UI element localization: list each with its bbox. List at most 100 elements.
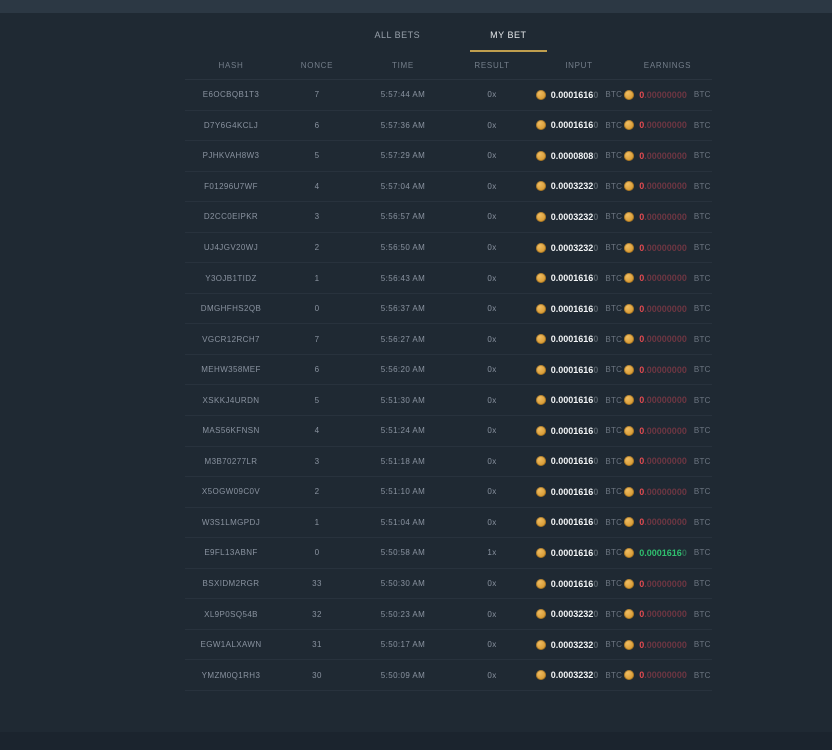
bet-input: 0.00016160 BTC — [535, 90, 623, 100]
bet-input: 0.00032320 BTC — [535, 181, 623, 191]
bet-input: 0.00016160 BTC — [535, 579, 623, 589]
bet-nonce: 4 — [277, 426, 357, 435]
bet-hash: F01296U7WF — [185, 182, 277, 191]
earnings-value: 0.00000000 — [639, 151, 687, 161]
bet-hash: W3S1LMGPDJ — [185, 518, 277, 527]
bet-input: 0.00016160 BTC — [535, 517, 623, 527]
bet-earnings: 0.00000000 BTC — [623, 365, 712, 375]
earnings-value: 0.00000000 — [639, 487, 687, 497]
earnings-value: 0.00000000 — [639, 670, 687, 680]
bet-result: 0x — [449, 640, 535, 649]
earnings-currency-label: BTC — [694, 671, 711, 680]
bet-nonce: 33 — [277, 579, 357, 588]
bet-input: 0.00032320 BTC — [535, 243, 623, 253]
bitcoin-coin-icon — [536, 151, 546, 161]
bitcoin-coin-icon — [536, 670, 546, 680]
bottom-bar — [0, 732, 832, 750]
input-currency-label: BTC — [605, 579, 622, 588]
table-row: W3S1LMGPDJ 1 5:51:04 AM 0x 0.00016160 BT… — [185, 508, 712, 539]
bet-input: 0.00016160 BTC — [535, 273, 623, 283]
bitcoin-coin-icon — [624, 304, 634, 314]
earnings-value: 0.00000000 — [639, 579, 687, 589]
input-value: 0.00016160 — [551, 579, 599, 589]
earnings-currency-label: BTC — [694, 426, 711, 435]
bet-nonce: 3 — [277, 457, 357, 466]
bet-earnings: 0.00000000 BTC — [623, 212, 712, 222]
bet-earnings: 0.00000000 BTC — [623, 334, 712, 344]
bet-earnings: 0.00000000 BTC — [623, 151, 712, 161]
bet-earnings: 0.00000000 BTC — [623, 579, 712, 589]
bitcoin-coin-icon — [536, 120, 546, 130]
bitcoin-coin-icon — [536, 365, 546, 375]
bet-result: 0x — [449, 182, 535, 191]
bet-input: 0.00016160 BTC — [535, 548, 623, 558]
bet-result: 0x — [449, 426, 535, 435]
column-header-result: RESULT — [449, 61, 535, 70]
bitcoin-coin-icon — [536, 426, 546, 436]
earnings-currency-label: BTC — [694, 610, 711, 619]
bet-input: 0.00008080 BTC — [535, 151, 623, 161]
input-currency-label: BTC — [605, 182, 622, 191]
earnings-currency-label: BTC — [694, 518, 711, 527]
bet-result: 0x — [449, 243, 535, 252]
input-value: 0.00016160 — [551, 548, 599, 558]
table-row: UJ4JGV20WJ 2 5:56:50 AM 0x 0.00032320 BT… — [185, 233, 712, 264]
bet-hash: MAS56KFNSN — [185, 426, 277, 435]
input-currency-label: BTC — [605, 274, 622, 283]
bet-result: 0x — [449, 396, 535, 405]
bitcoin-coin-icon — [536, 579, 546, 589]
bet-time: 5:51:18 AM — [357, 457, 449, 466]
tab-my-bet[interactable]: MY BET — [470, 29, 546, 52]
bet-time: 5:56:37 AM — [357, 304, 449, 313]
bet-result: 0x — [449, 121, 535, 130]
bitcoin-coin-icon — [536, 487, 546, 497]
bet-result: 0x — [449, 518, 535, 527]
bet-earnings: 0.00000000 BTC — [623, 243, 712, 253]
bet-input: 0.00016160 BTC — [535, 426, 623, 436]
bitcoin-coin-icon — [624, 243, 634, 253]
input-currency-label: BTC — [605, 426, 622, 435]
bet-hash: D2CC0EIPKR — [185, 212, 277, 221]
bet-hash: YMZM0Q1RH3 — [185, 671, 277, 680]
bet-result: 0x — [449, 610, 535, 619]
earnings-value: 0.00000000 — [639, 456, 687, 466]
input-currency-label: BTC — [605, 610, 622, 619]
input-value: 0.00016160 — [551, 365, 599, 375]
bet-nonce: 6 — [277, 365, 357, 374]
bitcoin-coin-icon — [624, 517, 634, 527]
bitcoin-coin-icon — [536, 304, 546, 314]
bet-earnings: 0.00000000 BTC — [623, 395, 712, 405]
earnings-value: 0.00000000 — [639, 243, 687, 253]
bet-result: 0x — [449, 579, 535, 588]
tab-all-bets[interactable]: ALL BETS — [354, 29, 440, 52]
bet-earnings: 0.00000000 BTC — [623, 609, 712, 619]
input-value: 0.00032320 — [551, 181, 599, 191]
bitcoin-coin-icon — [624, 334, 634, 344]
earnings-currency-label: BTC — [694, 548, 711, 557]
input-value: 0.00016160 — [551, 304, 599, 314]
input-value: 0.00016160 — [551, 395, 599, 405]
bet-input: 0.00016160 BTC — [535, 334, 623, 344]
bet-time: 5:57:36 AM — [357, 121, 449, 130]
bet-nonce: 1 — [277, 518, 357, 527]
earnings-value: 0.00000000 — [639, 334, 687, 344]
bet-nonce: 3 — [277, 212, 357, 221]
bet-earnings: 0.00000000 BTC — [623, 456, 712, 466]
bet-nonce: 6 — [277, 121, 357, 130]
input-currency-label: BTC — [605, 335, 622, 344]
bitcoin-coin-icon — [536, 212, 546, 222]
bet-input: 0.00032320 BTC — [535, 670, 623, 680]
bet-hash: DMGHFHS2QB — [185, 304, 277, 313]
bet-earnings: 0.00000000 BTC — [623, 181, 712, 191]
table-row: E6OCBQB1T3 7 5:57:44 AM 0x 0.00016160 BT… — [185, 80, 712, 111]
bitcoin-coin-icon — [536, 273, 546, 283]
bet-time: 5:50:58 AM — [357, 548, 449, 557]
bet-earnings: 0.00000000 BTC — [623, 426, 712, 436]
input-currency-label: BTC — [605, 90, 622, 99]
input-value: 0.00016160 — [551, 456, 599, 466]
earnings-currency-label: BTC — [694, 335, 711, 344]
column-header-input: INPUT — [535, 61, 623, 70]
input-value: 0.00032320 — [551, 243, 599, 253]
earnings-value: 0.00016160 — [639, 548, 687, 558]
earnings-currency-label: BTC — [694, 274, 711, 283]
